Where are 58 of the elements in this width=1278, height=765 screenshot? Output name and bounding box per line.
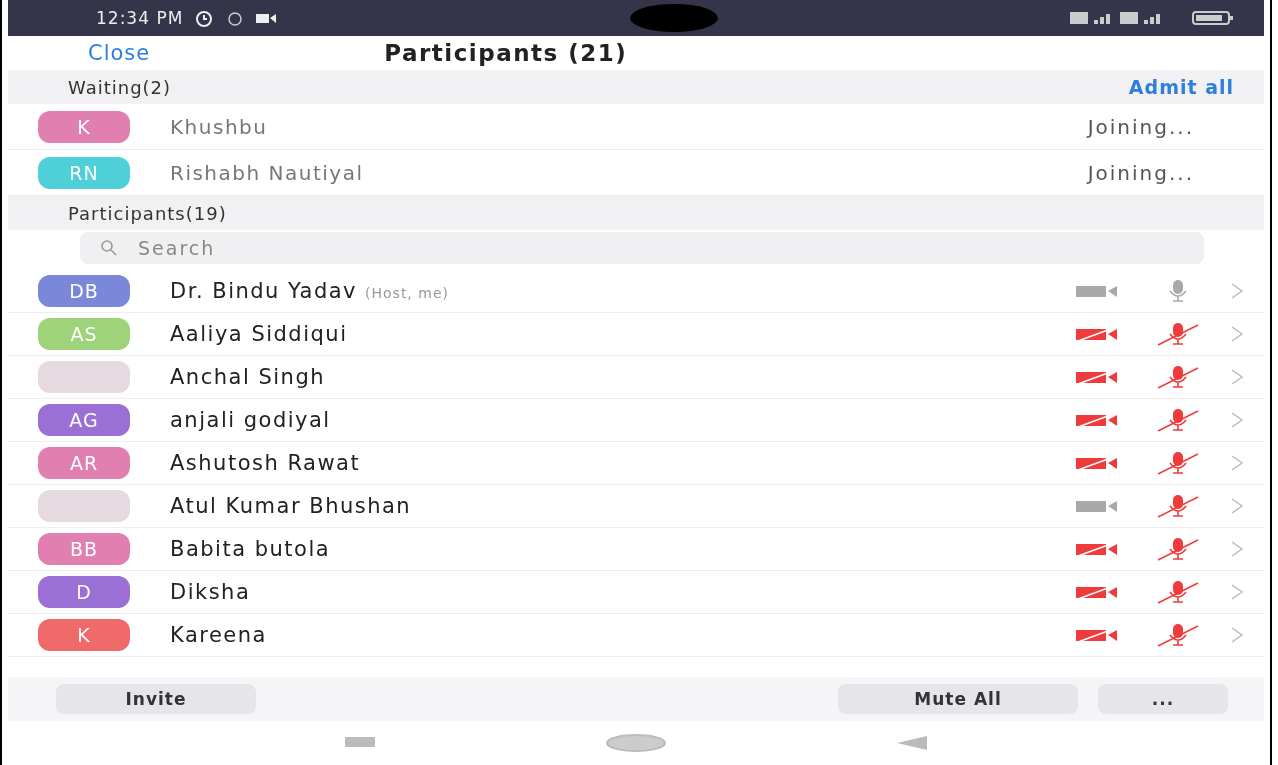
chevron-right-icon: [1230, 497, 1244, 515]
chevron-right-icon: [1230, 411, 1244, 429]
participant-name: Babita butola: [170, 537, 331, 561]
screen-title: Participants (21): [384, 40, 628, 66]
more-button[interactable]: ...: [1098, 684, 1228, 714]
participant-name: Ashutosh Rawat: [170, 451, 361, 475]
participant-name: Atul Kumar Bhushan: [170, 494, 412, 518]
participant-row[interactable]: Atul Kumar Bhushan: [8, 485, 1264, 528]
waiting-list-item[interactable]: K Khushbu Joining...: [8, 104, 1264, 150]
participant-row[interactable]: DB Dr. Bindu Yadav (Host, me): [8, 270, 1264, 313]
participant-name: Rishabh Nautiyal: [170, 160, 365, 185]
invite-button[interactable]: Invite: [56, 684, 256, 714]
participant-row[interactable]: D Diksha: [8, 571, 1264, 614]
avatar: DB: [38, 275, 130, 307]
avatar: AS: [38, 318, 130, 350]
participant-name: Khushbu: [170, 114, 269, 139]
participant-name: Dr. Bindu Yadav: [170, 279, 358, 303]
mute-all-button[interactable]: Mute All: [838, 684, 1078, 714]
home-icon: [605, 733, 667, 753]
section-title: Waiting(2): [68, 76, 172, 98]
avatar: AG: [38, 404, 130, 436]
chevron-right-icon: [1230, 540, 1244, 558]
participant-row[interactable]: AR Ashutosh Rawat: [8, 442, 1264, 485]
chevron-right-icon: [1230, 583, 1244, 601]
avatar: AR: [38, 447, 130, 479]
participant-row[interactable]: AG anjali godiyal: [8, 399, 1264, 442]
admit-all-button[interactable]: Admit all: [1128, 76, 1234, 98]
chevron-right-icon: [1230, 626, 1244, 644]
back-icon: [897, 736, 927, 750]
recent-apps-icon: [345, 737, 375, 749]
participant-name: Diksha: [170, 580, 251, 604]
avatar: K: [38, 619, 130, 651]
camera-notch-icon: [628, 3, 719, 33]
participant-role: (Host, me): [365, 285, 449, 301]
avatar: BB: [38, 533, 130, 565]
participant-name: anjali godiyal: [170, 408, 331, 432]
section-title: Participants(19): [68, 202, 227, 224]
chevron-right-icon: [1230, 325, 1244, 343]
avatar: K: [38, 110, 130, 143]
participant-row[interactable]: BB Babita butola: [8, 528, 1264, 571]
close-button[interactable]: Close: [88, 41, 151, 65]
participant-row[interactable]: Anchal Singh: [8, 356, 1264, 399]
avatar: RN: [38, 156, 130, 189]
search-field[interactable]: Search: [80, 232, 1204, 264]
participant-name: Anchal Singh: [170, 365, 326, 389]
chevron-right-icon: [1230, 368, 1244, 386]
participant-row[interactable]: K Kareena: [8, 614, 1264, 657]
participant-name: Aaliya Siddiqui: [170, 322, 348, 346]
chevron-right-icon: [1230, 282, 1244, 300]
joining-status: Joining...: [1087, 160, 1194, 185]
camera-icon: [255, 11, 278, 25]
status-time: 12:34 PM: [96, 8, 184, 28]
participant-name: Kareena: [170, 623, 267, 647]
avatar: D: [38, 576, 130, 608]
chevron-right-icon: [1230, 454, 1244, 472]
participant-row[interactable]: AS Aaliya Siddiqui: [8, 313, 1264, 356]
joining-status: Joining...: [1087, 114, 1194, 139]
battery-icon: [1192, 10, 1234, 26]
